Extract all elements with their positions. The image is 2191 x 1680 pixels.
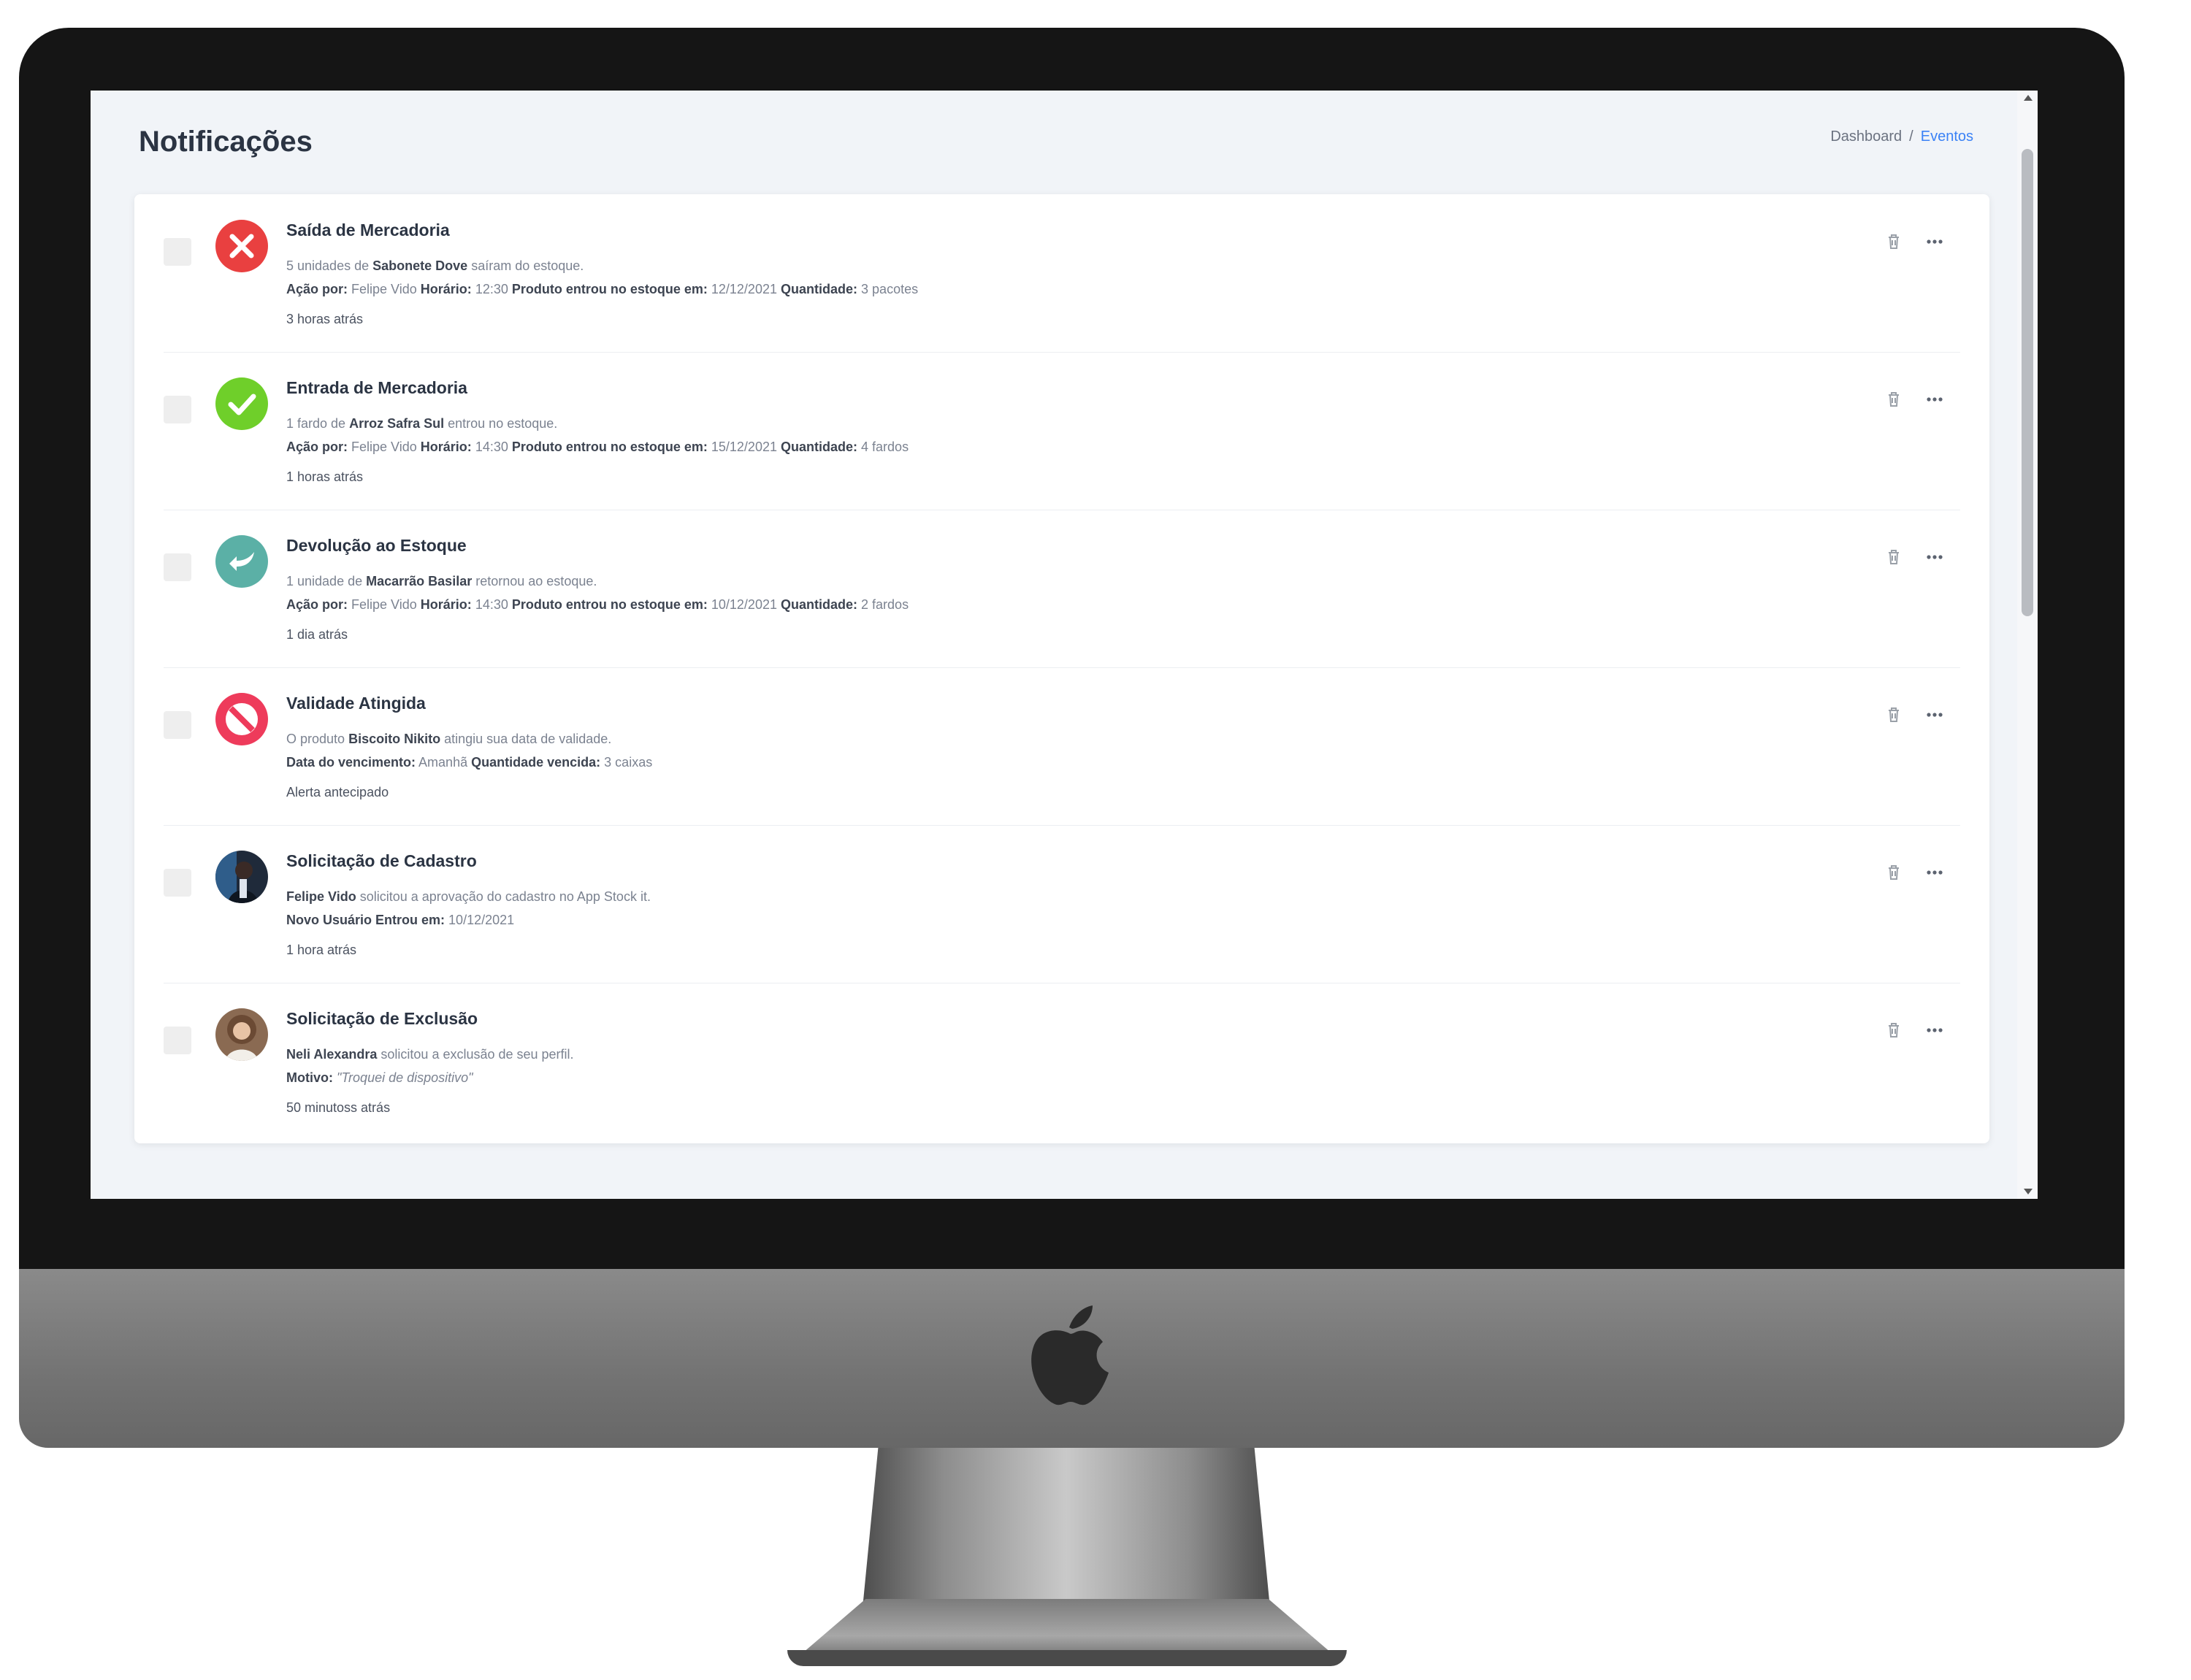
trash-icon[interactable] (1884, 232, 1903, 251)
notification-description: O produto Biscoito Nikito atingiu sua da… (286, 732, 612, 746)
more-options-icon[interactable] (1925, 1021, 1944, 1040)
notification-details: Motivo: "Troquei de dispositivo" (286, 1070, 473, 1085)
avatar-felipe (215, 850, 269, 904)
trash-icon[interactable] (1884, 390, 1903, 409)
more-options-icon[interactable] (1925, 232, 1944, 251)
notification-checkbox[interactable] (164, 711, 191, 739)
notification-description: 1 unidade de Macarrão Basilar retornou a… (286, 574, 597, 588)
monitor-stand-base (787, 1650, 1347, 1666)
notification-checkbox[interactable] (164, 238, 191, 266)
page-title: Notificações (139, 126, 313, 158)
monitor-stand-neck (862, 1448, 1271, 1616)
notification-details: Ação por: Felipe Vido Horário: 14:30 Pro… (286, 597, 909, 612)
notification-title: Saída de Mercadoria (286, 220, 450, 239)
more-options-icon[interactable] (1925, 705, 1944, 724)
notification-actions (1884, 863, 1944, 882)
scroll-down-arrow-icon[interactable] (2024, 1189, 2033, 1194)
notification-content: Validade Atingida O produto Biscoito Nik… (286, 692, 1747, 802)
notification-description: Felipe Vido solicitou a aprovação do cad… (286, 889, 651, 904)
notification-title: Solicitação de Exclusão (286, 1009, 478, 1028)
notification-item: Solicitação de Cadastro Felipe Vido soli… (164, 825, 1960, 983)
breadcrumb-separator: / (1909, 129, 1913, 145)
notification-checkbox[interactable] (164, 396, 191, 423)
notification-time: 1 horas atrás (286, 469, 364, 484)
trash-icon[interactable] (1884, 863, 1903, 882)
breadcrumb: Dashboard / Eventos (1830, 129, 1973, 145)
trash-icon[interactable] (1884, 1021, 1903, 1040)
notification-title: Devolução ao Estoque (286, 536, 467, 555)
notification-item: Devolução ao Estoque 1 unidade de Macarr… (164, 510, 1960, 668)
notification-actions (1884, 232, 1944, 251)
notification-checkbox[interactable] (164, 1027, 191, 1054)
avatar-neli (215, 1008, 269, 1062)
check-circle-icon (215, 377, 269, 431)
notification-content: Devolução ao Estoque 1 unidade de Macarr… (286, 534, 1747, 644)
notification-checkbox[interactable] (164, 553, 191, 581)
notification-actions (1884, 548, 1944, 567)
notification-content: Solicitação de Cadastro Felipe Vido soli… (286, 850, 1747, 959)
notification-details: Data do vencimento: Amanhã Quantidade ve… (286, 755, 653, 770)
notification-details: Ação por: Felipe Vido Horário: 14:30 Pro… (286, 440, 909, 454)
notification-description: 1 fardo de Arroz Safra Sul entrou no est… (286, 416, 558, 431)
notification-item: Entrada de Mercadoria 1 fardo de Arroz S… (164, 352, 1960, 510)
more-options-icon[interactable] (1925, 863, 1944, 882)
x-circle-icon (215, 219, 269, 273)
notification-details: Ação por: Felipe Vido Horário: 12:30 Pro… (286, 282, 919, 296)
notification-item: Validade Atingida O produto Biscoito Nik… (164, 667, 1960, 826)
breadcrumb-eventos[interactable]: Eventos (1921, 129, 1973, 145)
screen: Notificações Dashboard / Eventos Saída de … (91, 91, 2038, 1199)
more-options-icon[interactable] (1925, 548, 1944, 567)
prohibited-icon (215, 692, 269, 746)
notification-item: Saída de Mercadoria 5 unidades de Sabone… (164, 194, 1960, 353)
notification-content: Saída de Mercadoria 5 unidades de Sabone… (286, 219, 1747, 329)
notification-checkbox[interactable] (164, 869, 191, 897)
notifications-card: Saída de Mercadoria 5 unidades de Sabone… (134, 194, 1989, 1143)
scroll-up-arrow-icon[interactable] (2024, 95, 2033, 101)
return-arrow-icon (215, 534, 269, 588)
more-options-icon[interactable] (1925, 390, 1944, 409)
scrollbar-thumb[interactable] (2022, 149, 2033, 616)
apple-logo-icon (1031, 1305, 1109, 1405)
notification-content: Solicitação de Exclusão Neli Alexandra s… (286, 1008, 1747, 1117)
notification-description: Neli Alexandra solicitou a exclusão de s… (286, 1047, 574, 1062)
vertical-scrollbar[interactable] (2017, 91, 2038, 1199)
notification-title: Validade Atingida (286, 694, 426, 713)
notification-description: 5 unidades de Sabonete Dove saíram do es… (286, 258, 584, 273)
notification-details: Novo Usuário Entrou em: 10/12/2021 (286, 913, 515, 927)
notification-time: 1 hora atrás (286, 943, 357, 957)
breadcrumb-dashboard[interactable]: Dashboard (1830, 129, 1902, 145)
notification-actions (1884, 390, 1944, 409)
notification-time: 50 minutoss atrás (286, 1100, 391, 1115)
notification-time: 3 horas atrás (286, 312, 364, 326)
notification-actions (1884, 705, 1944, 724)
notification-time: 1 dia atrás (286, 627, 348, 642)
notification-actions (1884, 1021, 1944, 1040)
notification-title: Entrada de Mercadoria (286, 378, 467, 397)
trash-icon[interactable] (1884, 705, 1903, 724)
trash-icon[interactable] (1884, 548, 1903, 567)
notification-time: Alerta antecipado (286, 785, 389, 799)
notification-content: Entrada de Mercadoria 1 fardo de Arroz S… (286, 377, 1747, 486)
notification-title: Solicitação de Cadastro (286, 851, 477, 870)
notification-item: Solicitação de Exclusão Neli Alexandra s… (164, 983, 1960, 1140)
